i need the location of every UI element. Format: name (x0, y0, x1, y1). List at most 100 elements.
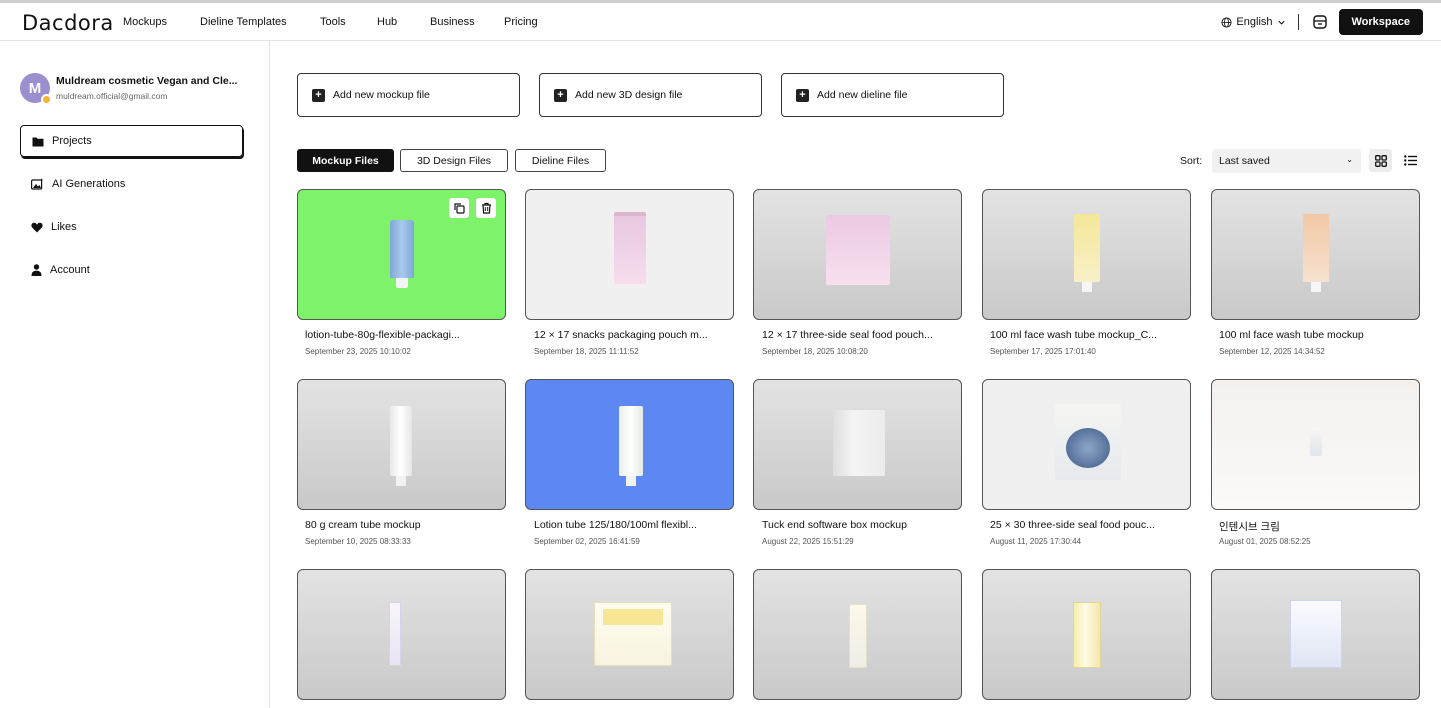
project-card[interactable] (982, 379, 1191, 510)
product-thumbnail (390, 406, 412, 488)
project-card[interactable] (525, 189, 734, 320)
plus-icon: + (312, 88, 325, 102)
card-date: September 10, 2025 08:33:33 (305, 537, 411, 546)
card-title[interactable]: 80 g cream tube mockup (305, 519, 421, 531)
sidebar-item-label: Account (50, 264, 90, 276)
nav-pricing[interactable]: Pricing (504, 16, 538, 28)
card-date: September 02, 2025 16:41:59 (534, 537, 640, 546)
tab-dieline-files[interactable]: Dieline Files (515, 149, 606, 172)
add-mockup-button[interactable]: + Add new mockup file (297, 73, 520, 117)
avatar[interactable]: M (20, 73, 52, 105)
person-icon (31, 264, 42, 276)
language-selector[interactable]: English (1221, 16, 1285, 28)
product-thumbnail (594, 602, 672, 666)
nav-mockups[interactable]: Mockups (123, 16, 167, 28)
project-card[interactable] (1211, 379, 1420, 510)
archive-box-button[interactable] (1311, 13, 1329, 31)
card-date: September 12, 2025 14:34:52 (1219, 347, 1325, 356)
product-thumbnail (1310, 428, 1322, 456)
workspace-button[interactable]: Workspace (1338, 9, 1423, 35)
card-date: August 01, 2025 08:52:25 (1219, 537, 1311, 546)
sort-value: Last saved (1219, 155, 1270, 167)
card-title[interactable]: lotion-tube-80g-flexible-packagi... (305, 329, 460, 341)
grid-icon (1374, 154, 1387, 167)
card-date: September 17, 2025 17:01:40 (990, 347, 1096, 356)
card-title[interactable]: 25 × 30 three-side seal food pouc... (990, 519, 1155, 531)
project-card[interactable] (525, 569, 734, 700)
card-date: August 22, 2025 15:51:29 (762, 537, 854, 546)
card-title[interactable]: 12 × 17 three-side seal food pouch... (762, 329, 933, 341)
product-thumbnail (390, 220, 414, 290)
product-thumbnail (833, 410, 885, 476)
sidebar-item-label: Projects (52, 135, 92, 147)
brand-logo[interactable]: Dacdora (22, 11, 114, 35)
add-dieline-label: Add new dieline file (817, 89, 908, 101)
product-thumbnail (1290, 600, 1342, 668)
card-title[interactable]: 인텐시브 크림 (1219, 519, 1280, 534)
product-thumbnail (849, 604, 867, 668)
sidebar-item-ai-generations[interactable]: AI Generations (20, 168, 243, 200)
card-title[interactable]: 12 × 17 snacks packaging pouch m... (534, 329, 708, 341)
copy-icon (453, 202, 465, 214)
project-card[interactable] (297, 569, 506, 700)
nav-tools[interactable]: Tools (320, 16, 346, 28)
plus-icon: + (796, 88, 809, 102)
archive-icon (1312, 15, 1327, 29)
sort-select[interactable]: Last saved ⌄ (1212, 149, 1361, 173)
card-title[interactable]: Lotion tube 125/180/100ml flexibl... (534, 519, 697, 531)
grid-view-button[interactable] (1369, 149, 1392, 172)
card-title[interactable]: 100 ml face wash tube mockup (1219, 329, 1364, 341)
project-card[interactable] (297, 189, 506, 320)
product-thumbnail (1055, 404, 1121, 480)
project-card[interactable] (1211, 569, 1420, 700)
folder-icon (32, 137, 44, 146)
ai-image-icon (31, 178, 44, 190)
product-thumbnail (1073, 602, 1101, 668)
product-thumbnail (1074, 214, 1100, 294)
list-icon (1404, 155, 1417, 166)
card-date: August 11, 2025 17:30:44 (990, 537, 1082, 546)
project-card[interactable] (297, 379, 506, 510)
globe-icon (1221, 16, 1232, 28)
chevron-down-icon (1277, 20, 1285, 25)
project-card[interactable] (982, 189, 1191, 320)
project-card[interactable] (753, 189, 962, 320)
project-card[interactable] (982, 569, 1191, 700)
nav-hub[interactable]: Hub (377, 16, 397, 28)
project-card[interactable] (525, 379, 734, 510)
product-thumbnail (826, 215, 890, 285)
card-date: September 23, 2025 10:10:02 (305, 347, 411, 356)
project-card[interactable] (753, 379, 962, 510)
list-view-button[interactable] (1399, 149, 1422, 172)
user-name: Muldream cosmetic Vegan and Cle... (56, 75, 238, 87)
sidebar-item-label: Likes (51, 221, 77, 233)
card-date: September 18, 2025 10:08:20 (762, 347, 868, 356)
tab-mockup-files[interactable]: Mockup Files (297, 149, 394, 172)
project-card[interactable] (753, 569, 962, 700)
trash-icon (481, 202, 491, 214)
sidebar-item-likes[interactable]: Likes (20, 211, 243, 243)
duplicate-button[interactable] (449, 198, 469, 218)
user-email: muldream.official@gmail.com (56, 91, 168, 101)
add-dieline-button[interactable]: + Add new dieline file (781, 73, 1004, 117)
divider (1297, 14, 1299, 30)
card-date: September 18, 2025 11:11:52 (534, 347, 639, 356)
top-navigation-bar: Dacdora Mockups Dieline Templates Tools … (0, 0, 1441, 41)
add-mockup-label: Add new mockup file (333, 89, 430, 101)
delete-button[interactable] (476, 198, 496, 218)
tab-3d-design-files[interactable]: 3D Design Files (400, 149, 508, 172)
sidebar-item-label: AI Generations (52, 178, 126, 190)
sidebar-item-projects[interactable]: Projects (20, 125, 243, 157)
card-title[interactable]: 100 ml face wash tube mockup_C... (990, 329, 1157, 341)
project-card[interactable] (1211, 189, 1420, 320)
language-label: English (1236, 16, 1273, 28)
product-thumbnail (389, 602, 401, 666)
card-title[interactable]: Tuck end software box mockup (762, 519, 907, 531)
add-3d-design-button[interactable]: + Add new 3D design file (539, 73, 762, 117)
sort-label: Sort: (1180, 155, 1203, 167)
nav-business[interactable]: Business (430, 16, 475, 28)
chevron-down-icon: ⌄ (1346, 155, 1353, 164)
product-thumbnail (619, 406, 643, 488)
nav-dieline-templates[interactable]: Dieline Templates (200, 16, 287, 28)
sidebar-item-account[interactable]: Account (20, 254, 243, 286)
